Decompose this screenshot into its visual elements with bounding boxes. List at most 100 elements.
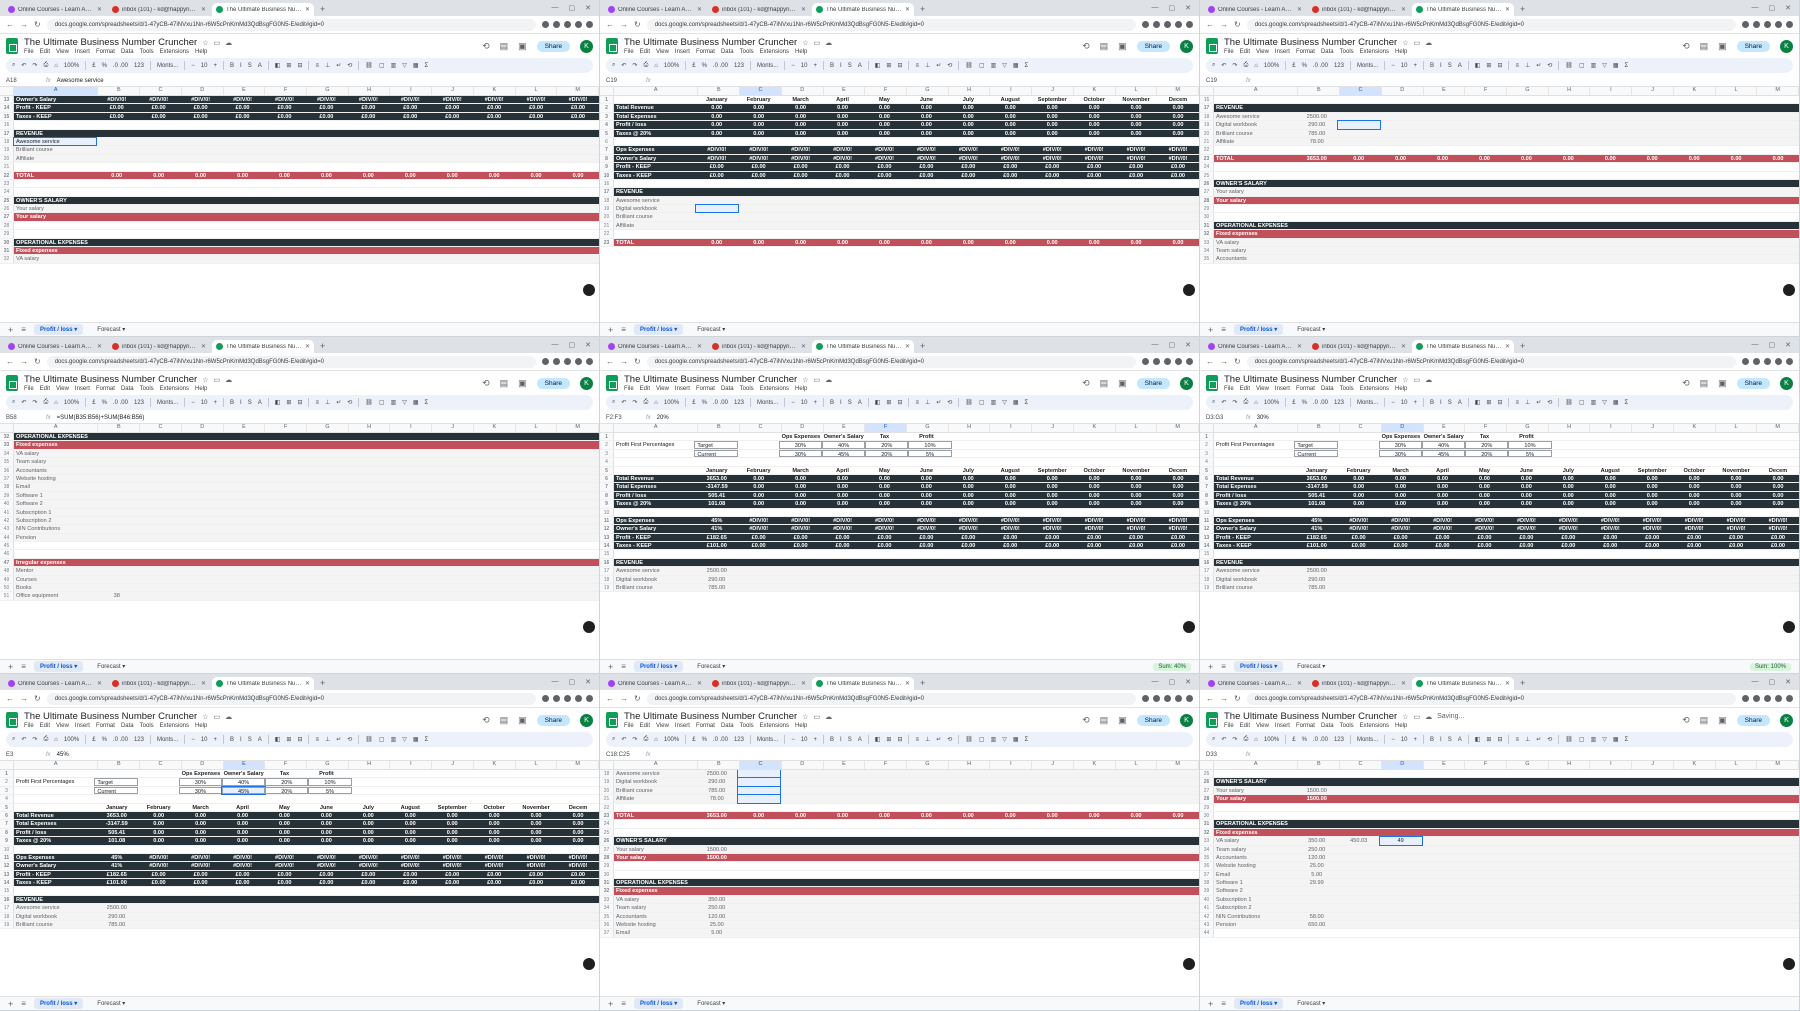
cell[interactable]: Your salary	[1214, 197, 1296, 204]
cell[interactable]: 0.00	[1673, 483, 1715, 490]
cell[interactable]: Tax	[864, 433, 906, 440]
extension-icon[interactable]	[564, 358, 571, 365]
cell[interactable]: #DIV/0!	[822, 146, 864, 153]
cell[interactable]	[1073, 820, 1115, 827]
cell[interactable]: #DIV/0!	[1115, 517, 1157, 524]
cell[interactable]	[1675, 450, 1716, 457]
cell[interactable]	[947, 887, 989, 894]
cell[interactable]	[138, 904, 180, 911]
cell[interactable]: 41%	[96, 862, 138, 869]
explore-button[interactable]	[1783, 621, 1795, 633]
cell[interactable]	[1673, 837, 1715, 844]
back-icon[interactable]: ←	[6, 20, 14, 29]
cell[interactable]	[1673, 188, 1715, 195]
cell[interactable]	[138, 138, 180, 145]
fill-color-icon[interactable]: ◧	[275, 736, 281, 743]
cell[interactable]	[1380, 550, 1422, 557]
move-folder-icon[interactable]: ▭	[213, 39, 220, 47]
cell[interactable]: Digital workbook	[1214, 576, 1296, 583]
cell[interactable]	[1157, 829, 1199, 836]
row-number[interactable]: 19	[600, 584, 614, 592]
formula-input[interactable]: Awesome service	[57, 78, 104, 84]
cell[interactable]	[822, 879, 864, 886]
cell[interactable]	[515, 155, 557, 162]
cell[interactable]: 0.00	[738, 812, 780, 819]
browser-tab[interactable]: The Ultimate Business Number...✕	[1412, 340, 1514, 353]
cell[interactable]	[1380, 770, 1422, 777]
cell[interactable]	[780, 559, 822, 566]
cell[interactable]: 0.00	[905, 812, 947, 819]
cell[interactable]: £0.00	[822, 542, 864, 549]
cell[interactable]	[1115, 188, 1157, 195]
name-box[interactable]: C18:C25	[606, 752, 640, 758]
cell[interactable]: OPERATIONAL EXPENSES	[614, 879, 696, 886]
cell[interactable]	[1505, 96, 1547, 103]
extension-icon[interactable]	[553, 695, 560, 702]
cell[interactable]	[1547, 121, 1589, 128]
row-number[interactable]: 19	[0, 146, 14, 154]
cell[interactable]	[1505, 138, 1547, 145]
cell[interactable]	[1422, 222, 1464, 229]
cell[interactable]	[738, 550, 780, 557]
cell[interactable]	[557, 921, 599, 928]
cell[interactable]: Fixed expenses	[614, 887, 696, 894]
cell[interactable]	[1296, 104, 1338, 111]
cell[interactable]	[389, 138, 431, 145]
cell[interactable]	[222, 913, 264, 920]
cell[interactable]	[1296, 929, 1338, 936]
cell[interactable]	[1505, 172, 1547, 179]
cell[interactable]: 0.00	[864, 130, 906, 137]
cell[interactable]	[222, 483, 264, 490]
row-number[interactable]: 15	[0, 112, 14, 121]
cell[interactable]	[864, 222, 906, 229]
maximize-icon[interactable]: ▢	[1769, 4, 1776, 12]
cell[interactable]: #DIV/0!	[1673, 525, 1715, 532]
functions-icon[interactable]: Σ	[1625, 737, 1629, 743]
cell[interactable]	[1338, 197, 1380, 204]
cell[interactable]	[1547, 247, 1589, 254]
menu-item[interactable]: Help	[795, 49, 807, 55]
cell[interactable]: #DIV/0!	[780, 525, 822, 532]
explore-button[interactable]	[1183, 958, 1195, 970]
cell[interactable]	[1380, 567, 1422, 574]
cell[interactable]	[696, 550, 738, 557]
cell[interactable]	[822, 509, 864, 516]
menu-item[interactable]: Edit	[640, 723, 650, 729]
cell[interactable]: Team salary	[1214, 247, 1296, 254]
cell[interactable]: November	[515, 804, 557, 811]
extension-icon[interactable]	[1153, 358, 1160, 365]
column-header[interactable]: B	[1298, 87, 1341, 95]
column-header[interactable]: J	[432, 424, 474, 432]
cell[interactable]: 0.00	[905, 104, 947, 111]
cell[interactable]	[305, 197, 347, 204]
cell[interactable]	[1422, 820, 1464, 827]
cell[interactable]: 0.00	[1157, 492, 1199, 499]
cell[interactable]	[264, 567, 306, 574]
cell[interactable]: 0.00	[222, 829, 264, 836]
cell[interactable]: Taxes @ 20%	[1214, 500, 1296, 507]
cell[interactable]: 0.00	[1338, 492, 1380, 499]
cell[interactable]: 0.00	[864, 812, 906, 819]
row-number[interactable]: 16	[1200, 96, 1214, 104]
document-title-text[interactable]: The Ultimate Business Number Cruncher	[1224, 37, 1397, 48]
cell[interactable]	[305, 592, 347, 599]
cell[interactable]: 290.00	[696, 778, 738, 785]
row-number[interactable]: 9	[1200, 500, 1214, 508]
cell[interactable]: Subscription 2	[1214, 904, 1296, 911]
menu-item[interactable]: View	[1256, 723, 1269, 729]
browser-tab[interactable]: inbox (101) - kd@happyrich... ✕	[1308, 677, 1410, 690]
close-icon[interactable]: ✕	[201, 680, 206, 687]
cell[interactable]: Profit - KEEP	[14, 871, 96, 878]
cell[interactable]	[305, 222, 347, 229]
cell[interactable]: 0.00	[738, 121, 780, 128]
meet-icon[interactable]: ▣	[518, 41, 527, 52]
column-header[interactable]: J	[432, 761, 474, 769]
forward-icon[interactable]: →	[620, 357, 628, 366]
cell[interactable]	[1589, 871, 1631, 878]
row-number[interactable]: 19	[1200, 121, 1214, 129]
cell[interactable]	[305, 534, 347, 541]
all-sheets-icon[interactable]: ≡	[1221, 325, 1226, 334]
cell[interactable]	[1380, 121, 1422, 128]
text-color-icon[interactable]: A	[1458, 737, 1462, 743]
cell[interactable]: 0.00	[1547, 500, 1589, 507]
